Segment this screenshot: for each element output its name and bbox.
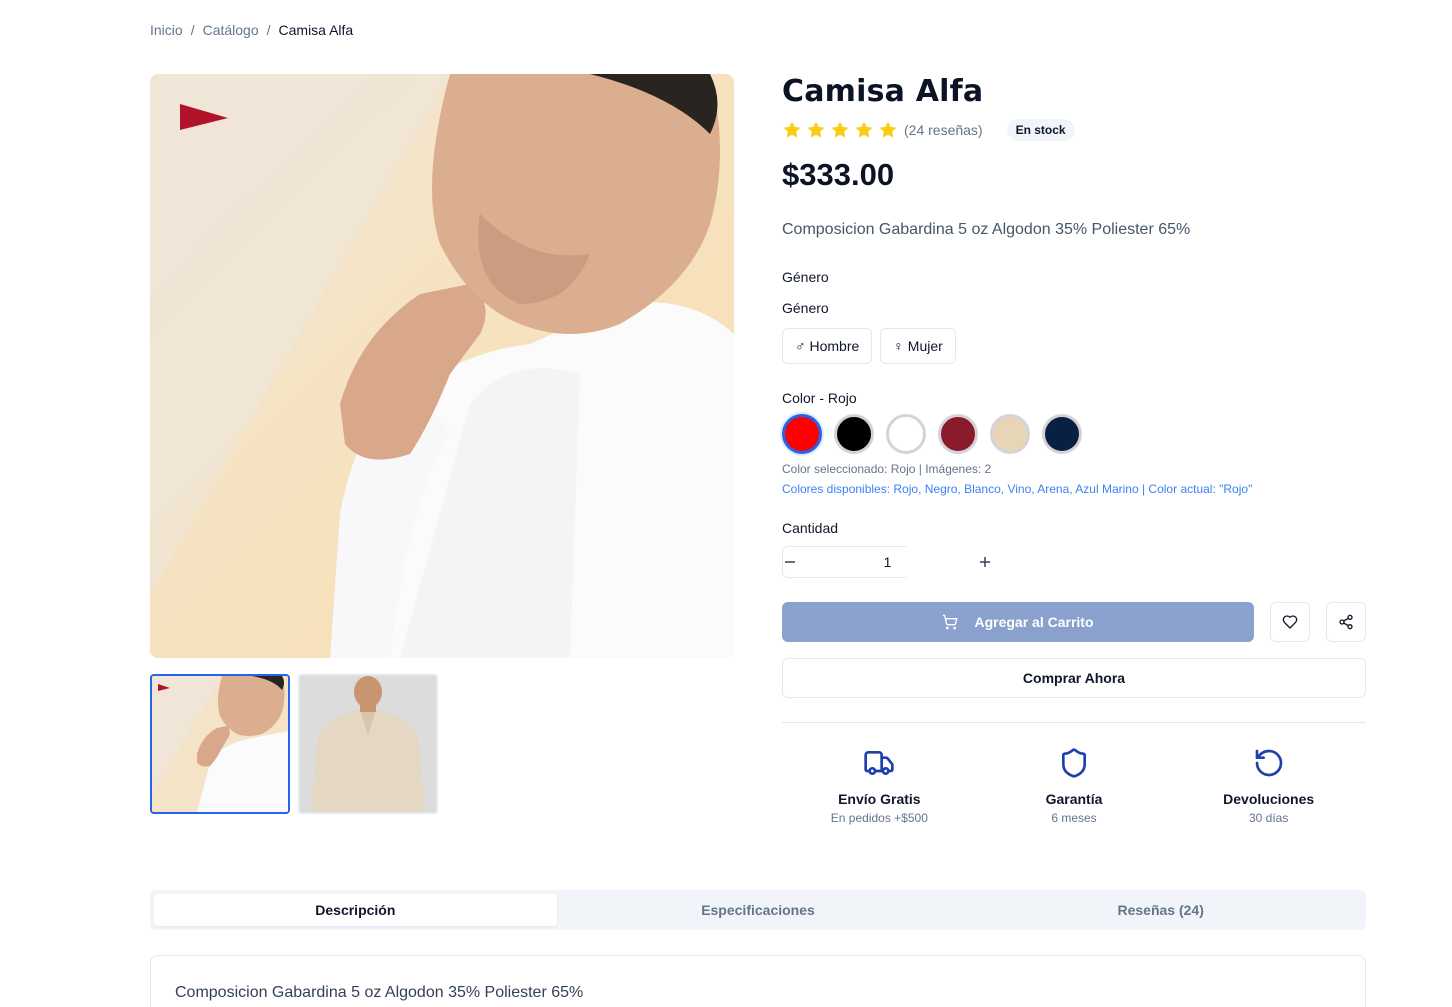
feature-title: Devoluciones xyxy=(1223,791,1315,807)
color-swatch-rojo[interactable] xyxy=(782,414,822,454)
breadcrumb-home-link[interactable]: Inicio xyxy=(150,22,183,38)
star-icon xyxy=(831,121,849,138)
feature-subtitle: En pedidos +$500 xyxy=(830,811,928,825)
quantity-increase-button[interactable] xyxy=(978,547,992,577)
tab-especificaciones[interactable]: Especificaciones xyxy=(557,894,960,926)
feature-title: Envío Gratis xyxy=(838,791,921,807)
color-swatches xyxy=(782,414,1366,454)
color-swatch-blanco[interactable] xyxy=(886,414,926,454)
feature-returns: Devoluciones 30 días xyxy=(1171,747,1366,825)
rating-row: (24 reseñas) En stock xyxy=(782,119,1366,141)
add-to-cart-button[interactable]: Agregar al Carrito xyxy=(782,602,1254,642)
product-photo xyxy=(150,74,734,658)
star-icon xyxy=(879,121,897,138)
feature-warranty: Garantía 6 meses xyxy=(977,747,1172,825)
gender-heading: Género xyxy=(782,269,829,285)
plus-icon xyxy=(980,557,990,567)
color-label: Color - Rojo xyxy=(782,390,857,406)
thumbnail-photo xyxy=(152,676,288,812)
gender-option-hombre[interactable]: ♂ Hombre xyxy=(782,328,873,364)
wishlist-button[interactable] xyxy=(1270,602,1310,642)
thumbnail-2[interactable] xyxy=(298,674,438,814)
quantity-input[interactable] xyxy=(797,547,978,577)
feature-subtitle: 30 días xyxy=(1248,811,1289,825)
breadcrumb-current: Camisa Alfa xyxy=(278,22,354,38)
star-icon xyxy=(855,121,873,138)
quantity-stepper xyxy=(782,546,990,578)
thumbnail-photo xyxy=(300,676,436,812)
gender-label: Género xyxy=(782,300,829,316)
color-swatch-vino[interactable] xyxy=(938,414,978,454)
color-swatch-negro[interactable] xyxy=(834,414,874,454)
stock-badge: En stock xyxy=(1006,119,1075,141)
star-icon xyxy=(807,121,825,138)
divider xyxy=(782,722,1366,723)
breadcrumb-catalog-link[interactable]: Catálogo xyxy=(203,22,259,38)
features-row: Envío Gratis En pedidos +$500 Garantía 6… xyxy=(782,747,1366,825)
breadcrumb-separator: / xyxy=(190,22,195,38)
review-count[interactable]: (24 reseñas) xyxy=(904,122,983,138)
product-title: Camisa Alfa xyxy=(782,74,984,109)
tab-panel-descripcion: Composicion Gabardina 5 oz Algodon 35% P… xyxy=(150,955,1366,1007)
product-tabs: Descripción Especificaciones Reseñas (24… xyxy=(150,890,1366,930)
feature-subtitle: 6 meses xyxy=(1051,811,1097,825)
pennant-flag-icon xyxy=(180,104,228,130)
thumbnail-1[interactable] xyxy=(150,674,290,814)
minus-icon xyxy=(785,561,795,563)
thumbnail-gallery xyxy=(150,674,438,814)
feature-title: Garantía xyxy=(1045,791,1103,807)
share-icon xyxy=(1339,614,1353,630)
female-symbol-icon: ♀ xyxy=(893,338,904,354)
tab-resenas[interactable]: Reseñas (24) xyxy=(959,894,1362,926)
gender-options: ♂ Hombre ♀ Mujer xyxy=(782,328,1366,364)
buy-now-button[interactable]: Comprar Ahora xyxy=(782,658,1366,698)
gender-option-label: Hombre xyxy=(809,338,860,354)
product-info: Camisa Alfa (24 reseñas) En stock $333.0… xyxy=(782,74,1366,825)
truck-icon xyxy=(864,751,894,775)
product-main-image[interactable] xyxy=(150,74,734,658)
breadcrumb-separator: / xyxy=(266,22,271,38)
star-icon xyxy=(783,121,801,138)
tab-descripcion[interactable]: Descripción xyxy=(154,894,557,926)
rotate-ccw-icon xyxy=(1255,749,1282,777)
male-symbol-icon: ♂ xyxy=(795,338,806,354)
quantity-decrease-button[interactable] xyxy=(783,547,797,577)
tab-panel-text: Composicion Gabardina 5 oz Algodon 35% P… xyxy=(175,984,584,1001)
color-swatch-azul-marino[interactable] xyxy=(1042,414,1082,454)
breadcrumb: Inicio / Catálogo / Camisa Alfa xyxy=(150,22,353,38)
quantity-label: Cantidad xyxy=(782,520,839,536)
add-to-cart-label: Agregar al Carrito xyxy=(974,614,1094,630)
color-available-info: Colores disponibles: Rojo, Negro, Blanco… xyxy=(782,482,1253,496)
action-row: Agregar al Carrito xyxy=(782,602,1366,642)
feature-free-shipping: Envío Gratis En pedidos +$500 xyxy=(782,747,977,825)
color-swatch-arena[interactable] xyxy=(990,414,1030,454)
gender-option-label: Mujer xyxy=(907,338,943,354)
shield-icon xyxy=(1062,748,1086,778)
heart-icon xyxy=(1282,615,1298,629)
color-selected-info: Color seleccionado: Rojo | Imágenes: 2 xyxy=(782,462,992,476)
share-button[interactable] xyxy=(1326,602,1366,642)
cart-icon xyxy=(943,614,958,630)
product-description: Composicion Gabardina 5 oz Algodon 35% P… xyxy=(782,221,1191,238)
gender-option-mujer[interactable]: ♀ Mujer xyxy=(880,328,956,364)
product-price: $333.00 xyxy=(782,157,895,192)
